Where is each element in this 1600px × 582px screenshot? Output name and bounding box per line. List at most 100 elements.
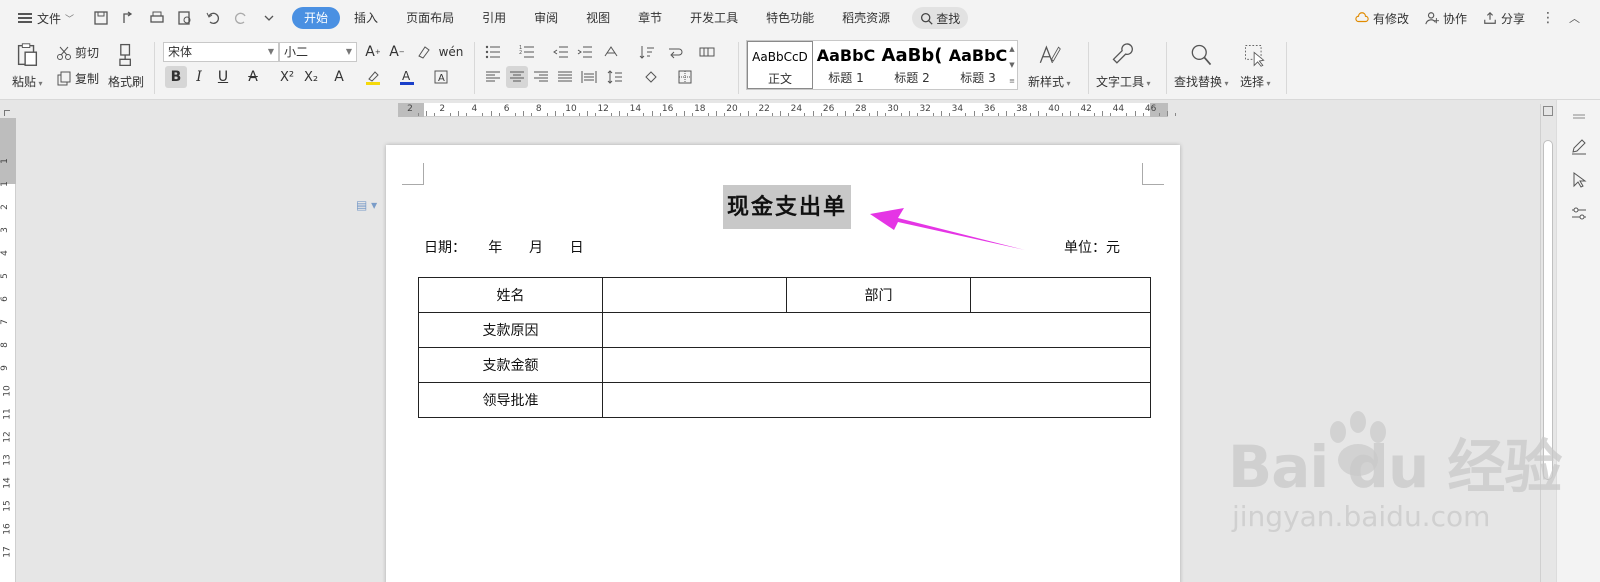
export-icon[interactable]: [120, 9, 138, 27]
horizontal-ruler[interactable]: 2 2 4 6 8 10 12 14 16 18 20 22 24 26 28 30 32 34 36 38 40 42 4…: [398, 103, 1176, 117]
cut-button[interactable]: 剪切: [56, 44, 99, 61]
justify-icon[interactable]: [554, 66, 576, 88]
bullet-list-icon[interactable]: [482, 41, 504, 63]
align-center-icon[interactable]: [506, 66, 528, 88]
copy-button[interactable]: 复制: [56, 70, 99, 87]
grow-font-icon[interactable]: A +: [362, 41, 384, 63]
table-cell[interactable]: [602, 312, 1151, 348]
ribbon-divider: [1166, 42, 1167, 94]
tab-page-layout[interactable]: 页面布局: [392, 7, 468, 29]
print-preview-icon[interactable]: [176, 9, 194, 27]
distribute-icon[interactable]: [578, 66, 600, 88]
table-tool-icon[interactable]: [696, 41, 718, 63]
table-cell[interactable]: 支款原因: [418, 312, 603, 348]
table-cell[interactable]: 领导批准: [418, 382, 603, 418]
character-border-icon[interactable]: A: [430, 66, 452, 88]
ruler-tick: [1078, 113, 1080, 116]
tab-home[interactable]: 开始: [292, 7, 341, 29]
ruler-tick: [1126, 113, 1128, 116]
collaborate-button[interactable]: 协作: [1425, 10, 1467, 27]
strikethrough-icon[interactable]: A: [242, 66, 264, 88]
phonetic-guide-icon[interactable]: wén: [439, 41, 464, 63]
select-button[interactable]: 选择 ▾: [1240, 40, 1271, 90]
tab-features[interactable]: 特色功能: [752, 7, 828, 29]
superscript-icon[interactable]: X²: [276, 66, 298, 88]
tab-insert[interactable]: 插入: [340, 7, 392, 29]
borders-icon[interactable]: [674, 66, 696, 88]
increase-indent-icon[interactable]: [574, 41, 596, 63]
document-page[interactable]: 现金支出单 日期： 年 月 日 单位：元 姓名 部门 支款原因 支款金额 领导批…: [386, 145, 1180, 582]
paragraph-layout-icon[interactable]: ▤ ▾: [356, 198, 377, 212]
table-cell[interactable]: 部门: [786, 277, 971, 313]
tab-section[interactable]: 章节: [624, 7, 676, 29]
table-cell[interactable]: [602, 347, 1151, 383]
line-spacing-icon[interactable]: [604, 66, 626, 88]
vertical-scrollbar[interactable]: [1540, 104, 1554, 582]
style-name: 标题 2: [894, 71, 930, 85]
table-cell[interactable]: [602, 277, 787, 313]
tab-developer[interactable]: 开发工具: [676, 7, 752, 29]
shading-icon[interactable]: [640, 66, 662, 88]
bold-icon[interactable]: B: [165, 66, 187, 88]
ruler-label: 12: [2, 431, 13, 443]
search-tab[interactable]: 查找: [912, 7, 969, 29]
font-name-select[interactable]: 宋体 ▼: [163, 42, 279, 62]
text-effect-icon[interactable]: A: [328, 66, 350, 88]
shrink-font-icon[interactable]: A −: [386, 41, 408, 63]
font-size-select[interactable]: 小二 ▼: [279, 42, 357, 62]
file-menu-button[interactable]: 文件 ﹀: [14, 6, 78, 30]
italic-icon[interactable]: I: [188, 66, 210, 88]
style-heading-1[interactable]: AaBbC 标题 1: [813, 41, 879, 89]
save-icon[interactable]: [92, 9, 110, 27]
unit-label[interactable]: 单位：元: [1064, 237, 1120, 257]
paste-button[interactable]: 粘贴 ▾: [12, 40, 43, 90]
underline-icon[interactable]: U: [212, 66, 234, 88]
font-color-icon[interactable]: A: [396, 66, 418, 88]
gallery-scroll[interactable]: ▲ ▼ ≡: [1007, 41, 1017, 89]
new-style-button[interactable]: 新样式 ▾: [1028, 40, 1071, 90]
ruler-tick: [756, 113, 758, 116]
undo-icon[interactable]: [204, 9, 222, 27]
highlight-icon[interactable]: [362, 66, 384, 88]
vertical-ruler[interactable]: 1 1 2 3 4 5 6 7 8 9 10 11 12 13 14 15 16 17: [0, 118, 16, 582]
collapse-ribbon-icon[interactable]: ︿: [1569, 10, 1580, 26]
style-normal[interactable]: AaBbCcD 正文: [747, 41, 813, 89]
style-heading-3[interactable]: AaBbC 标题 3: [945, 41, 1011, 89]
print-icon[interactable]: [148, 9, 166, 27]
tab-docer-resources[interactable]: 稻壳资源: [828, 7, 904, 29]
clear-format-icon[interactable]: [412, 41, 434, 63]
tab-review[interactable]: 审阅: [520, 7, 572, 29]
table-cell[interactable]: 姓名: [418, 277, 603, 313]
more-options-icon[interactable]: ⋮: [1541, 10, 1555, 26]
align-left-icon[interactable]: [482, 66, 504, 88]
format-painter-button[interactable]: 格式刷: [108, 40, 144, 90]
sort-icon[interactable]: [636, 41, 658, 63]
date-line[interactable]: 日期： 年 月 日: [424, 237, 584, 257]
redo-icon[interactable]: [232, 9, 250, 27]
table-cell[interactable]: 支款金额: [418, 347, 603, 383]
subscript-icon[interactable]: X₂: [300, 66, 322, 88]
numbered-list-icon[interactable]: 12: [516, 41, 538, 63]
scroll-split-icon[interactable]: [1543, 106, 1553, 116]
customize-toolbar-icon[interactable]: [260, 9, 278, 27]
cursor-select-icon[interactable]: [1569, 170, 1589, 190]
collapse-panel-icon[interactable]: [1569, 108, 1589, 128]
decrease-indent-icon[interactable]: [550, 41, 572, 63]
edit-pen-icon[interactable]: [1569, 136, 1589, 156]
sliders-icon[interactable]: [1569, 204, 1589, 224]
show-marks-icon[interactable]: [664, 41, 686, 63]
find-replace-button[interactable]: 查找替换 ▾: [1174, 40, 1229, 90]
text-direction-icon[interactable]: [600, 41, 622, 63]
style-heading-2[interactable]: AaBb( 标题 2: [879, 41, 945, 89]
table-cell[interactable]: [602, 382, 1151, 418]
text-tools-button[interactable]: 文字工具 ▾: [1096, 40, 1151, 90]
table-cell[interactable]: [970, 277, 1151, 313]
document-title[interactable]: 现金支出单: [723, 185, 851, 229]
share-button[interactable]: 分享: [1483, 10, 1525, 27]
align-right-icon[interactable]: [530, 66, 552, 88]
modified-button[interactable]: 有修改: [1355, 10, 1409, 27]
ruler-tick: [1029, 113, 1031, 116]
tab-references[interactable]: 引用: [468, 7, 520, 29]
tab-view[interactable]: 视图: [572, 7, 624, 29]
paste-icon: [12, 40, 42, 70]
